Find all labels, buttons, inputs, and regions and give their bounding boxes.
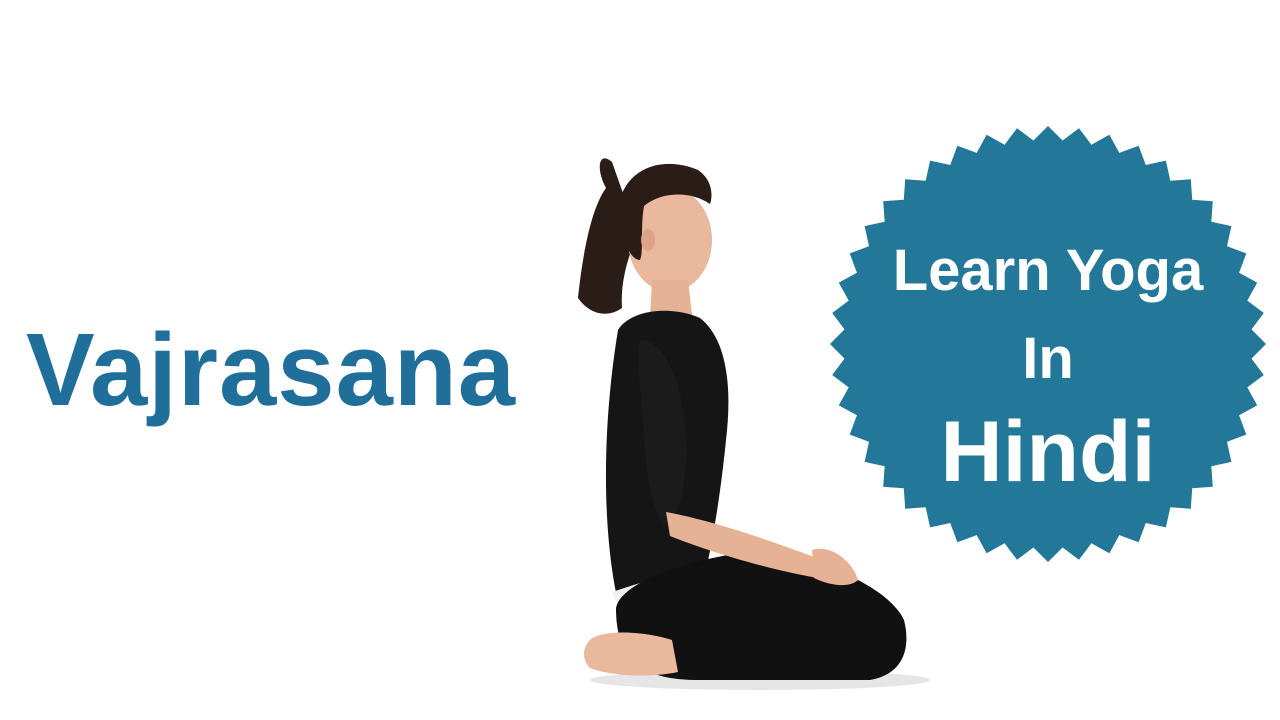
feet: [584, 632, 678, 676]
pose-title: Vajrasana: [26, 312, 517, 427]
thumbnail-canvas: Vajrasana Learn Yoga In Hindi: [0, 0, 1280, 720]
badge-line-in: In: [1022, 326, 1074, 391]
badge-line-hindi: Hindi: [940, 404, 1156, 500]
badge-line-learn-yoga: Learn Yoga: [892, 238, 1204, 303]
badge-text: Learn Yoga In Hindi: [828, 124, 1268, 564]
